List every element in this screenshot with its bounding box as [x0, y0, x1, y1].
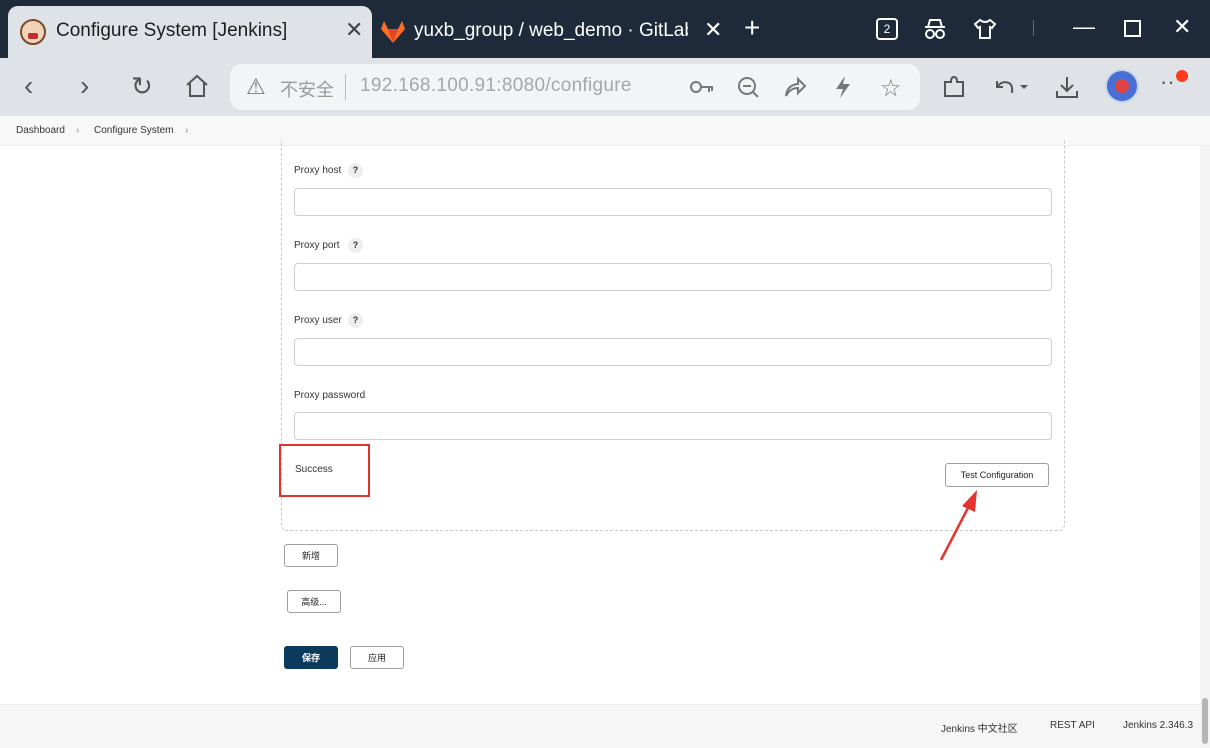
menu-dots-icon[interactable]: ··: [1160, 66, 1175, 98]
bookmark-star-icon[interactable]: ☆: [880, 74, 902, 103]
undo-history-icon[interactable]: [992, 75, 1030, 99]
proxy-user-label: Proxy user: [294, 315, 342, 326]
jenkins-favicon-icon: [20, 19, 46, 45]
success-highlight-box: [279, 444, 370, 497]
page-footer: Jenkins 中文社区 REST API Jenkins 2.346.3: [0, 704, 1200, 748]
new-tab-plus-icon[interactable]: +: [744, 14, 760, 42]
tab-jenkins[interactable]: Configure System [Jenkins] ✕: [8, 6, 372, 58]
tab-gitlab[interactable]: yuxb_group / web_demo · GitLab ✕: [372, 6, 732, 58]
extensions-icon[interactable]: [941, 74, 967, 100]
minimize-icon[interactable]: —: [1073, 14, 1095, 40]
key-icon[interactable]: [690, 78, 714, 96]
proxy-port-help-icon[interactable]: ?: [348, 238, 363, 253]
close-window-icon[interactable]: ✕: [1173, 14, 1191, 40]
browser-toolbar: ‹ › ↻ ⚠ 不安全 192.168.100.91:8080/configur…: [0, 58, 1210, 116]
tab-title: Configure System [Jenkins]: [56, 20, 288, 41]
proxy-port-input[interactable]: [294, 263, 1052, 291]
forward-icon[interactable]: ›: [80, 70, 89, 102]
proxy-password-label: Proxy password: [294, 390, 366, 401]
proxy-user-help-icon[interactable]: ?: [348, 313, 363, 328]
footer-community-link[interactable]: Jenkins 中文社区: [941, 720, 1018, 735]
page-scrollbar[interactable]: [1200, 146, 1210, 748]
maximize-icon[interactable]: [1124, 20, 1141, 37]
breadcrumb-chevron-icon: ›: [76, 125, 80, 136]
profile-avatar[interactable]: [1105, 69, 1139, 103]
url-text[interactable]: 192.168.100.91:8080/configure: [360, 75, 632, 97]
scrollbar-thumb[interactable]: [1202, 698, 1208, 744]
notification-dot: [1176, 70, 1188, 82]
address-bar[interactable]: ⚠ 不安全 192.168.100.91:8080/configure ☆: [230, 64, 920, 110]
add-button[interactable]: 新增: [284, 544, 338, 567]
footer-rest-api-link[interactable]: REST API: [1050, 720, 1095, 731]
toolbar-divider: [1033, 20, 1034, 36]
proxy-user-input[interactable]: [294, 338, 1052, 366]
footer-version-link[interactable]: Jenkins 2.346.3: [1123, 720, 1195, 731]
address-divider: [345, 74, 346, 100]
lightning-icon[interactable]: [834, 75, 852, 99]
annotation-arrow-icon: [939, 490, 977, 561]
insecure-label: 不安全: [280, 80, 334, 100]
tab-count-badge[interactable]: 2: [876, 18, 898, 40]
download-icon[interactable]: [1054, 74, 1080, 100]
zoom-out-icon[interactable]: [737, 76, 759, 98]
proxy-password-input[interactable]: [294, 412, 1052, 440]
breadcrumb-configure-system[interactable]: Configure System: [94, 125, 173, 136]
advanced-button[interactable]: 高级...: [287, 590, 341, 613]
share-icon[interactable]: [783, 76, 807, 98]
home-icon[interactable]: [184, 74, 210, 98]
tab-close-icon[interactable]: ✕: [345, 17, 363, 43]
save-button[interactable]: 保存: [284, 646, 338, 669]
back-icon[interactable]: ‹: [24, 70, 33, 102]
breadcrumb-chevron-icon[interactable]: ›: [185, 125, 188, 136]
reload-icon[interactable]: ↻: [131, 70, 153, 102]
browser-tab-bar: Configure System [Jenkins] ✕ yuxb_group …: [0, 0, 1210, 58]
breadcrumb-dashboard[interactable]: Dashboard: [16, 125, 65, 136]
proxy-host-help-icon[interactable]: ?: [348, 163, 363, 178]
proxy-host-input[interactable]: [294, 188, 1052, 216]
incognito-icon[interactable]: [922, 17, 948, 41]
tab-title: yuxb_group / web_demo · GitLab: [414, 20, 688, 41]
proxy-host-label: Proxy host: [294, 165, 342, 176]
apply-button[interactable]: 应用: [350, 646, 404, 669]
gitlab-favicon-icon: [381, 21, 405, 43]
warning-icon: ⚠: [246, 74, 266, 99]
proxy-port-label: Proxy port: [294, 240, 340, 251]
tab-close-icon[interactable]: ✕: [704, 17, 722, 43]
shirt-skin-icon[interactable]: [973, 17, 997, 41]
